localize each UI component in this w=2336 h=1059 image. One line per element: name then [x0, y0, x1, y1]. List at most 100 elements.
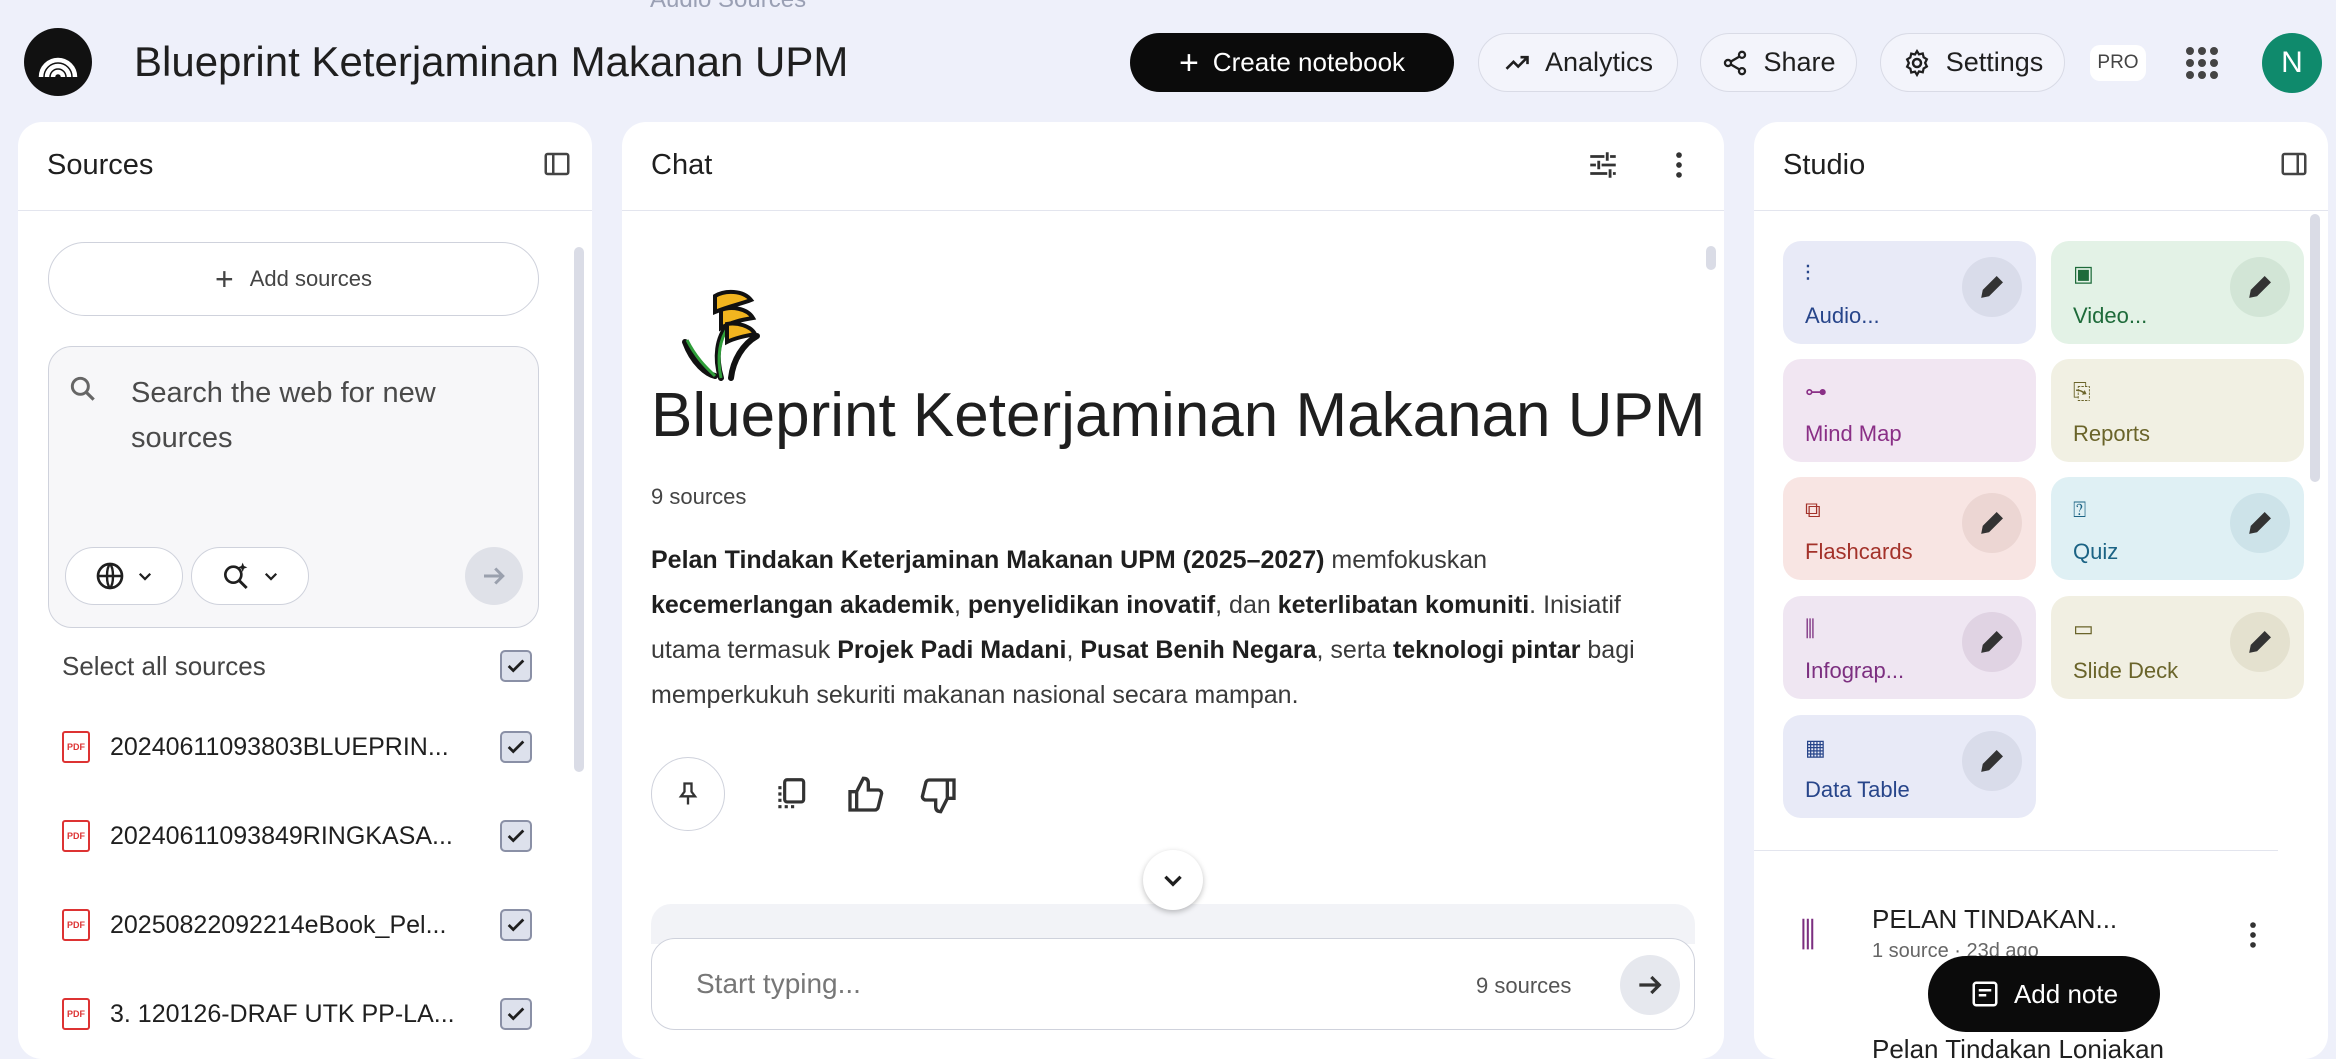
notebook-heading: Blueprint Keterjaminan Makanan UPM [651, 381, 1706, 450]
summary-bold: kecemerlangan akademik [651, 591, 954, 619]
analytics-button[interactable]: Analytics [1478, 33, 1678, 92]
summary-bold: keterlibatan komuniti [1277, 591, 1530, 619]
notebook-summary: Pelan Tindakan Keterjaminan Makanan UPM … [651, 538, 1661, 718]
create-notebook-button[interactable]: + Create notebook [1130, 33, 1454, 92]
edit-button[interactable] [2230, 257, 2290, 317]
avatar[interactable]: N [2262, 33, 2322, 93]
source-checkbox[interactable] [500, 998, 532, 1030]
infographic-note-icon: ⫼ [1800, 916, 1816, 954]
source-checkbox[interactable] [500, 820, 532, 852]
select-all-row[interactable]: Select all sources [62, 646, 532, 686]
create-notebook-label: Create notebook [1212, 47, 1406, 77]
plus-icon: + [215, 261, 234, 297]
share-label: Share [1763, 47, 1836, 77]
slide-deck-tile[interactable]: ▭ Slide Deck [2051, 596, 2304, 699]
notebook-title[interactable]: Blueprint Keterjaminan Makanan UPM [134, 38, 848, 86]
edit-button[interactable] [2230, 493, 2290, 553]
scrollbar[interactable] [1706, 246, 1716, 270]
note-title[interactable]: PELAN TINDAKAN... [1872, 904, 2117, 935]
source-checkbox[interactable] [500, 909, 532, 941]
sources-title: Sources [47, 149, 154, 181]
pin-note-button[interactable] [651, 757, 725, 831]
reports-tile[interactable]: ⎘ Reports [2051, 359, 2304, 462]
summary-bold: penyelidikan inovatif [967, 591, 1216, 619]
mind-map-tile[interactable]: ⊶ Mind Map [1783, 359, 2036, 462]
pro-badge: PRO [2090, 45, 2146, 81]
tile-label: Slide Deck [2073, 658, 2179, 683]
checkmark-icon [507, 740, 525, 754]
scrollbar[interactable] [574, 247, 584, 772]
collapse-panel-icon[interactable] [542, 149, 574, 181]
edit-button[interactable] [1962, 612, 2022, 672]
edit-button[interactable] [1962, 731, 2022, 791]
source-item[interactable]: PDF 20250822092214eBook_Pel... [62, 905, 532, 945]
video-overview-tile[interactable]: ▣ Video... [2051, 241, 2304, 344]
source-item[interactable]: PDF 20240611093803BLUEPRIN... [62, 727, 532, 767]
tile-label: Infograp... [1805, 658, 1905, 683]
source-item[interactable]: PDF 20240611093849RINGKASA... [62, 816, 532, 856]
pencil-icon [2249, 512, 2271, 534]
source-checkbox[interactable] [500, 731, 532, 763]
chevron-down-icon [1164, 875, 1182, 887]
pencil-icon [1981, 631, 2003, 653]
pdf-icon: PDF [62, 998, 90, 1030]
pencil-icon [1981, 750, 2003, 772]
reports-icon: ⎘ [2073, 379, 2091, 404]
edit-button[interactable] [2230, 612, 2290, 672]
pencil-icon [2249, 631, 2271, 653]
source-name: 20250822092214eBook_Pel... [110, 910, 447, 939]
send-button[interactable] [1620, 955, 1680, 1015]
collapse-panel-icon[interactable] [2279, 149, 2309, 179]
arrow-right-icon [484, 567, 505, 585]
flashcards-tile[interactable]: ⧉ Flashcards [1783, 477, 2036, 580]
edit-button[interactable] [1962, 257, 2022, 317]
clipped-top-text: Audio Sources [650, 0, 806, 14]
research-mode-dropdown[interactable] [191, 547, 309, 605]
data-table-tile[interactable]: ▦ Data Table [1783, 715, 2036, 818]
share-button[interactable]: Share [1700, 33, 1857, 92]
audio-overview-tile[interactable]: ⫶ Audio... [1783, 241, 2036, 344]
submit-search-button[interactable] [465, 547, 523, 605]
bar-chart-icon: ⫼ [1805, 616, 1816, 641]
summary-bold: Pelan Tindakan Keterjaminan Makanan UPM … [651, 546, 1325, 574]
app-logo-icon[interactable] [24, 28, 92, 96]
add-sources-button[interactable]: + Add sources [48, 242, 539, 316]
flashcards-icon: ⧉ [1805, 497, 1821, 522]
share-icon [1724, 50, 1747, 75]
more-vert-icon[interactable] [2236, 918, 2270, 952]
thumbs-down-icon[interactable] [919, 775, 959, 815]
summary-text: , [1066, 636, 1081, 664]
chevron-down-icon [264, 572, 278, 581]
chat-input[interactable]: Start typing... [696, 968, 861, 1000]
source-item[interactable]: PDF 3. 120126-DRAF UTK PP-LA... [62, 994, 532, 1034]
infographic-tile[interactable]: ⫼ Infograp... [1783, 596, 2036, 699]
pencil-icon [1981, 512, 2003, 534]
quiz-tile[interactable]: ⍰ Quiz [2051, 477, 2304, 580]
web-source-dropdown[interactable] [65, 547, 183, 605]
select-all-checkbox[interactable] [500, 650, 532, 682]
next-note-title[interactable]: Pelan Tindakan Lonjakan [1872, 1034, 2164, 1059]
summary-bold: Pusat Benih Negara [1080, 636, 1317, 664]
apps-grid-icon[interactable] [2182, 43, 2222, 83]
sparkle-search-icon [224, 562, 248, 590]
quiz-icon: ⍰ [2073, 497, 2087, 522]
copy-icon[interactable] [772, 775, 810, 813]
add-note-button[interactable]: Add note [1928, 956, 2160, 1032]
select-all-label: Select all sources [62, 650, 266, 681]
scrollbar[interactable] [2310, 214, 2320, 482]
more-vert-icon[interactable] [1662, 148, 1696, 182]
chevron-down-icon [138, 572, 152, 581]
web-search-box[interactable]: Search the web for new sources [48, 346, 539, 628]
checkmark-icon [507, 1007, 525, 1021]
scroll-down-button[interactable] [1143, 850, 1203, 910]
mind-map-icon: ⊶ [1805, 379, 1827, 404]
settings-button[interactable]: Settings [1880, 33, 2065, 92]
edit-button[interactable] [1962, 493, 2022, 553]
tune-icon[interactable] [1586, 148, 1620, 182]
pdf-icon: PDF [62, 909, 90, 941]
input-source-count: 9 sources [1476, 973, 1572, 998]
chat-input-box[interactable]: Start typing... 9 sources [651, 938, 1695, 1030]
pin-icon [678, 782, 698, 805]
search-input[interactable]: Search the web for new sources [131, 371, 491, 461]
thumbs-up-icon[interactable] [845, 775, 885, 815]
